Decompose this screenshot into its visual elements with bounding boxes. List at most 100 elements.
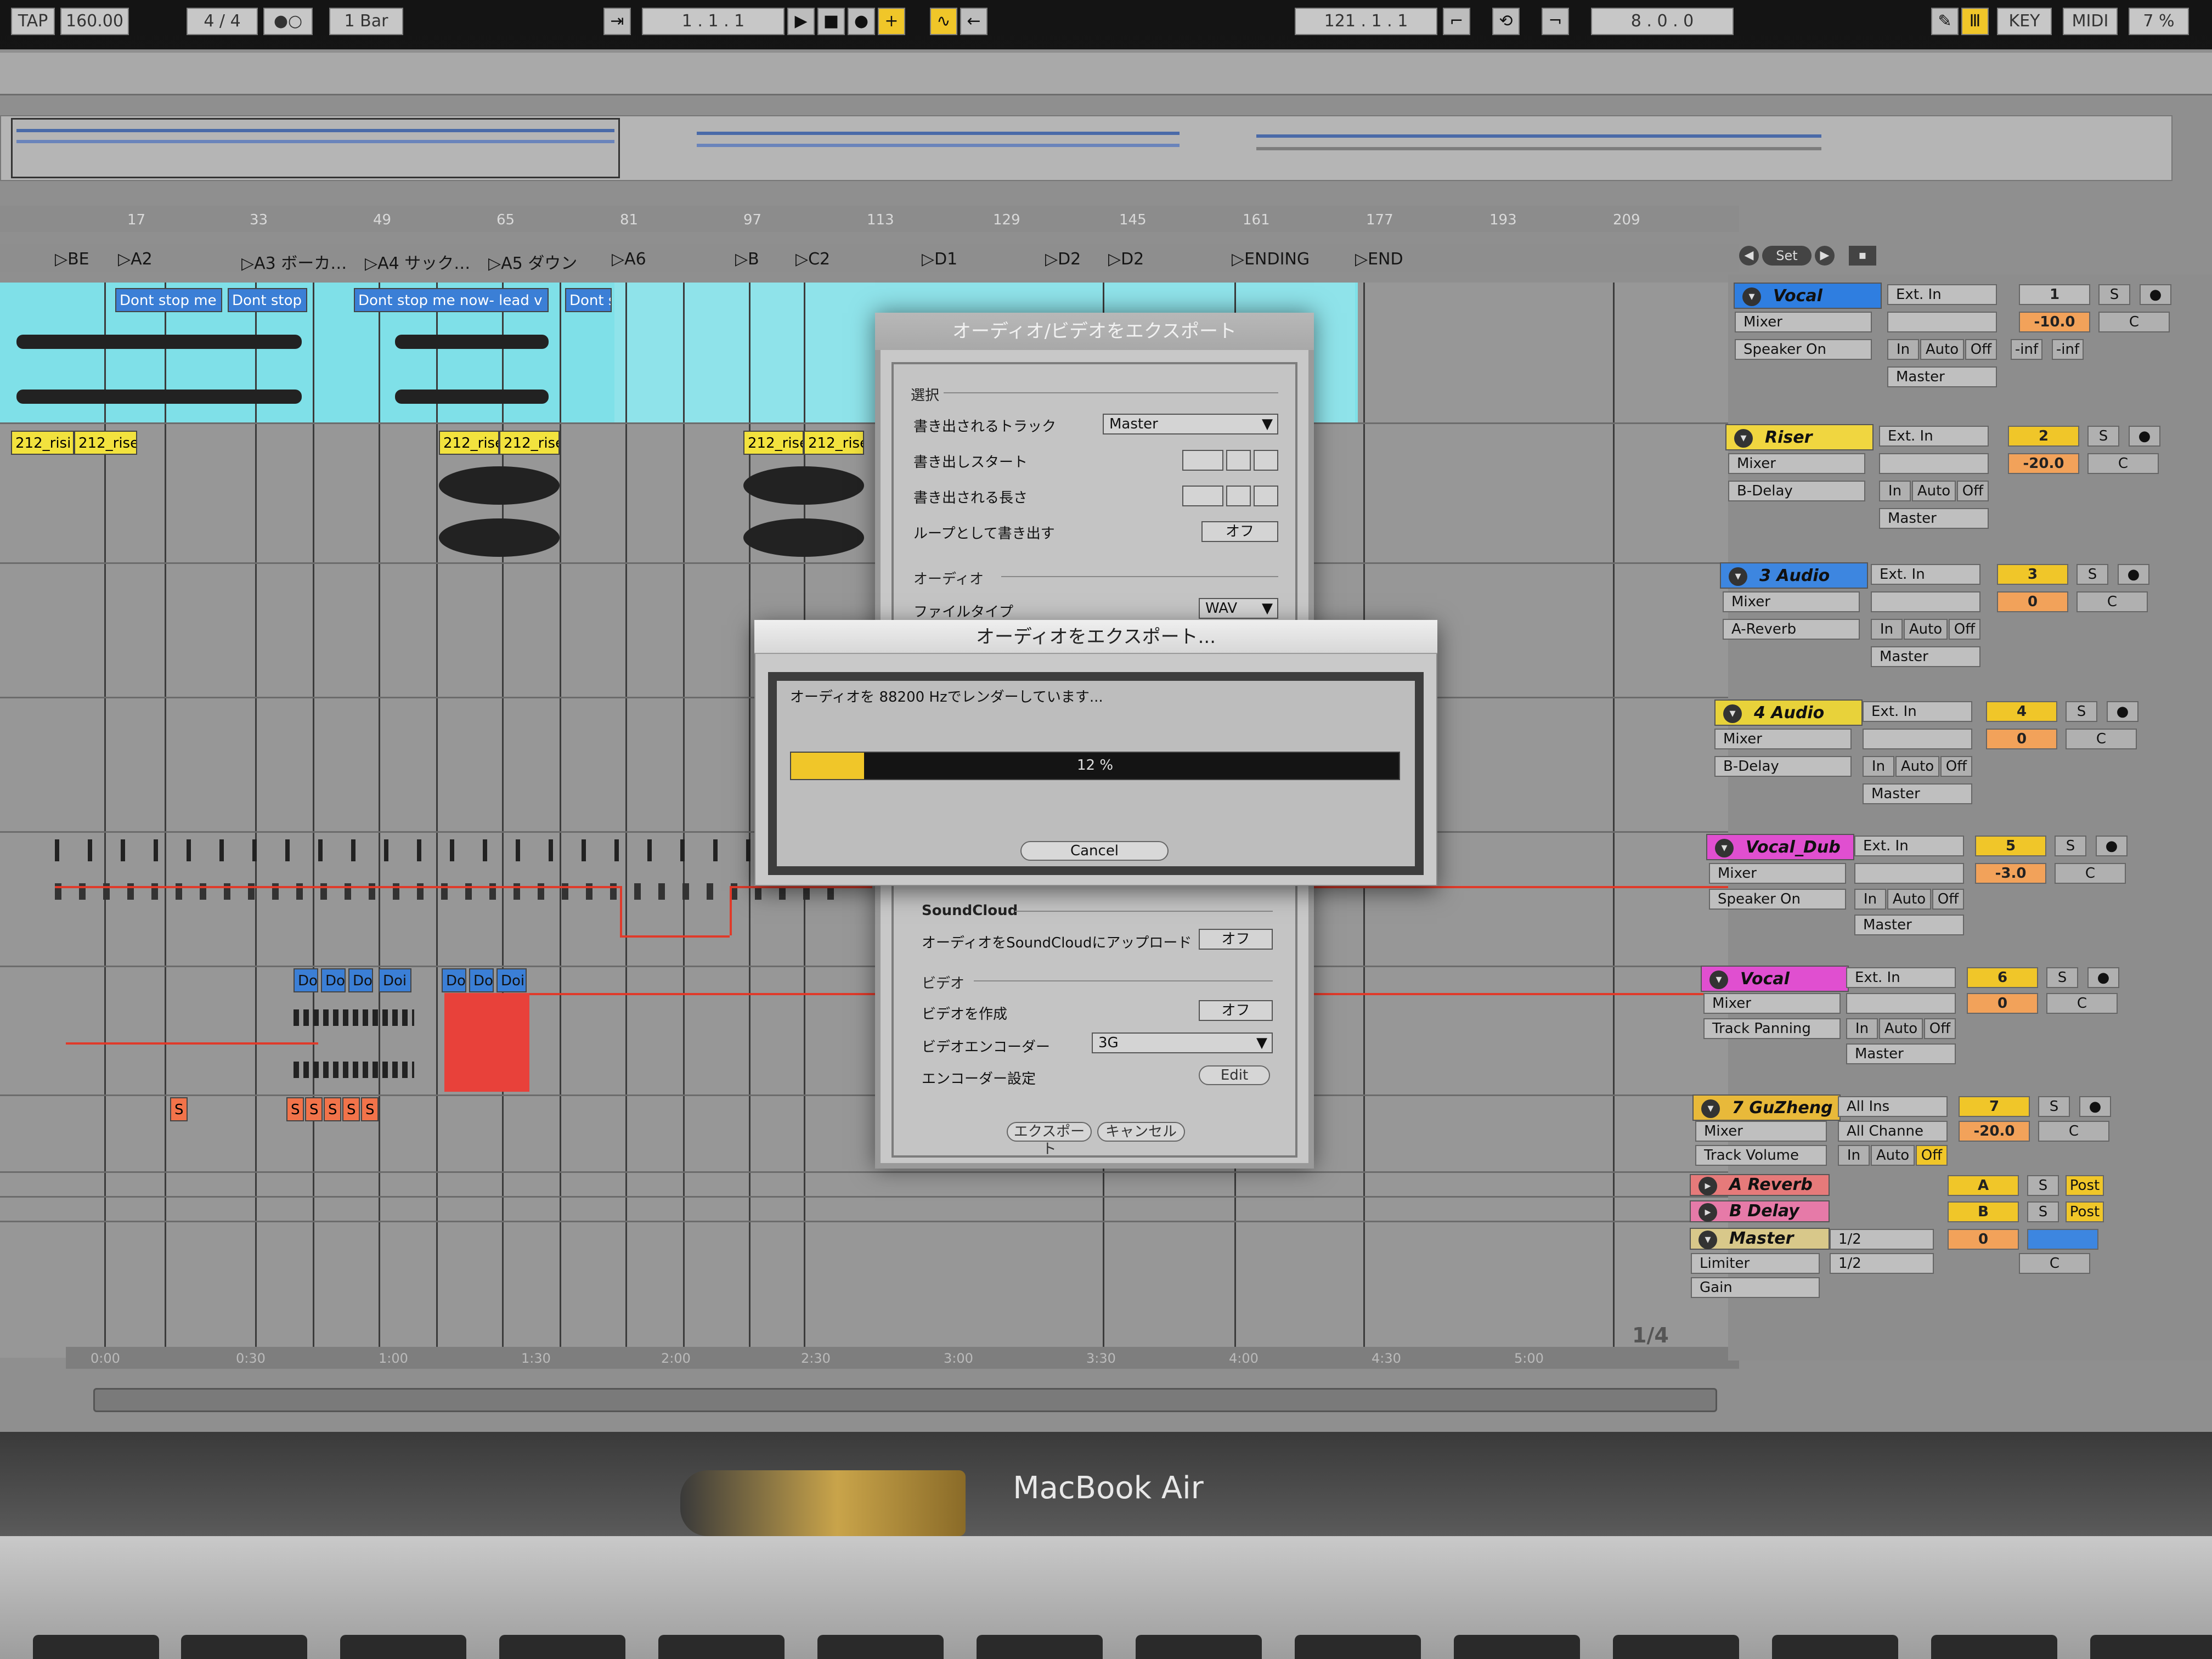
small-clip[interactable]: S bbox=[170, 1097, 188, 1121]
monitor-auto-button[interactable]: Auto bbox=[1887, 889, 1931, 910]
locator[interactable]: ▷A4 サック… bbox=[365, 250, 470, 274]
overview-viewport[interactable] bbox=[11, 118, 620, 178]
solo-button[interactable]: S bbox=[2055, 836, 2086, 856]
input-type-menu[interactable]: Ext. In bbox=[1871, 564, 1980, 585]
locator[interactable]: ▷C2 bbox=[795, 250, 830, 269]
volume-field[interactable]: -20.0 bbox=[2008, 453, 2079, 474]
fold-icon[interactable]: ▾ bbox=[1729, 567, 1747, 586]
track-activator[interactable]: 5 bbox=[1975, 836, 2046, 856]
pan-field[interactable]: C bbox=[2098, 312, 2170, 332]
monitor-in-button[interactable]: In bbox=[1838, 1145, 1870, 1166]
small-clip[interactable]: S bbox=[361, 1097, 379, 1121]
arm-icon[interactable]: ● bbox=[2140, 284, 2171, 305]
monitor-in-button[interactable]: In bbox=[1879, 481, 1911, 501]
device-chooser[interactable]: Speaker On bbox=[1735, 339, 1872, 360]
device-chooser[interactable]: B-Delay bbox=[1714, 756, 1852, 777]
return-track-b[interactable]: ▸ B Delay bbox=[1690, 1200, 1830, 1222]
set-button[interactable]: Set bbox=[1762, 246, 1812, 266]
device-chooser[interactable]: Speaker On bbox=[1709, 889, 1846, 910]
monitor-auto-button[interactable]: Auto bbox=[1920, 339, 1964, 360]
return-track-a[interactable]: ▸ A Reverb bbox=[1690, 1174, 1830, 1196]
monitor-auto-button[interactable]: Auto bbox=[1879, 1018, 1923, 1039]
device-chooser[interactable]: Mixer bbox=[1695, 1121, 1827, 1142]
device-chooser[interactable]: Mixer bbox=[1703, 993, 1841, 1014]
monitor-off-button[interactable]: Off bbox=[1957, 481, 1989, 501]
monitor-off-button[interactable]: Off bbox=[1916, 1145, 1948, 1166]
drum-clip[interactable]: Doi bbox=[379, 968, 411, 992]
device-chooser[interactable]: Limiter bbox=[1691, 1253, 1820, 1274]
filetype-select[interactable]: WAV ▼ bbox=[1199, 598, 1278, 619]
output-menu[interactable]: Master bbox=[1871, 646, 1980, 667]
loop-start[interactable]: 121 . 1 . 1 bbox=[1295, 8, 1437, 35]
track-select[interactable]: Master ▼ bbox=[1103, 414, 1278, 435]
nav-left-icon[interactable]: ◀ bbox=[1739, 246, 1759, 266]
input-type-menu[interactable]: Ext. In bbox=[1879, 426, 1989, 447]
solo-button[interactable]: S bbox=[2098, 284, 2130, 305]
locator[interactable]: ▷A6 bbox=[612, 250, 646, 269]
expand-icon[interactable]: ▸ bbox=[1699, 1203, 1717, 1222]
device-chooser[interactable]: Track Panning bbox=[1703, 1018, 1841, 1039]
arm-icon[interactable]: ● bbox=[2118, 564, 2149, 585]
export-button[interactable]: エクスポート bbox=[1007, 1122, 1092, 1158]
output-menu[interactable]: Master bbox=[1854, 915, 1964, 935]
solo-button[interactable]: S bbox=[2087, 426, 2119, 447]
vocal-clip[interactable]: Dont stop bbox=[228, 288, 307, 312]
volume-field[interactable]: 0 bbox=[1986, 729, 2057, 749]
monitor-auto-button[interactable]: Auto bbox=[1904, 619, 1948, 640]
riser-clip[interactable]: 212_rise bbox=[439, 431, 499, 455]
device-chooser[interactable]: Mixer bbox=[1735, 312, 1872, 332]
input-channel-menu[interactable] bbox=[1879, 453, 1989, 474]
save-icon[interactable]: ▪ bbox=[1849, 246, 1876, 266]
drum-clip[interactable]: Do bbox=[348, 968, 373, 992]
locator[interactable]: ▷A3 ボーカ… bbox=[241, 250, 347, 274]
solo-button[interactable]: S bbox=[2027, 1201, 2059, 1222]
monitor-auto-button[interactable]: Auto bbox=[1871, 1145, 1915, 1166]
length-bar-field[interactable] bbox=[1182, 486, 1223, 506]
overdub-icon[interactable]: + bbox=[878, 8, 905, 35]
loop-toggle[interactable]: オフ bbox=[1201, 521, 1278, 542]
pan-field[interactable]: C bbox=[2055, 863, 2126, 884]
volume-field[interactable]: -3.0 bbox=[1975, 863, 2046, 884]
riser-clip[interactable]: 212_rise bbox=[74, 431, 137, 455]
input-type-menu[interactable]: Ext. In bbox=[1887, 284, 1997, 305]
locator[interactable]: ▷B bbox=[735, 250, 759, 269]
vocal-clip[interactable]: Dont stop me bbox=[115, 288, 222, 312]
output-menu[interactable]: Master bbox=[1887, 366, 1997, 387]
volume-field[interactable]: -10.0 bbox=[2019, 312, 2090, 332]
solo-button[interactable]: S bbox=[2038, 1096, 2070, 1117]
post-button[interactable]: Post bbox=[2066, 1201, 2104, 1222]
drum-clip[interactable]: Doi bbox=[496, 968, 527, 992]
track-header-vocal-dub[interactable]: ▾ Vocal_Dub bbox=[1706, 834, 1854, 860]
fold-icon[interactable]: ▾ bbox=[1699, 1231, 1717, 1249]
track-header-4-audio[interactable]: ▾ 4 Audio bbox=[1714, 699, 1863, 726]
cue-volume[interactable] bbox=[2027, 1229, 2098, 1250]
length-beat-field[interactable] bbox=[1226, 486, 1251, 506]
riser-clip[interactable]: 212_risi bbox=[11, 431, 74, 455]
output-menu[interactable]: Master bbox=[1863, 783, 1972, 804]
return-activator[interactable]: B bbox=[1948, 1201, 2019, 1222]
locator[interactable]: ▷BE bbox=[55, 250, 89, 269]
cancel-button[interactable]: Cancel bbox=[1020, 841, 1169, 861]
device-chooser[interactable]: Mixer bbox=[1728, 453, 1865, 474]
arm-icon[interactable]: ● bbox=[2096, 836, 2128, 856]
vocal-clip[interactable]: Dont stop me now- lead v bbox=[354, 288, 549, 312]
drum-clip[interactable]: Do bbox=[321, 968, 346, 992]
arm-icon[interactable]: ● bbox=[2107, 701, 2138, 722]
solo-button[interactable]: S bbox=[2027, 1175, 2059, 1196]
track-header-guzheng[interactable]: ▾7 GuZheng 2 bbox=[1692, 1094, 1841, 1143]
volume-field[interactable]: 0 bbox=[1997, 591, 2068, 612]
start-beat-field[interactable] bbox=[1226, 450, 1251, 471]
song-position[interactable]: 1 . 1 . 1 bbox=[642, 8, 785, 35]
track-header-riser[interactable]: ▾ Riser bbox=[1725, 424, 1874, 450]
track-activator[interactable]: 2 bbox=[2008, 426, 2079, 447]
vocal-clip[interactable]: Dont s bbox=[565, 288, 612, 312]
fold-icon[interactable]: ▾ bbox=[1723, 704, 1742, 723]
master-out-menu[interactable]: 1/2 bbox=[1830, 1253, 1934, 1274]
start-sixteenth-field[interactable] bbox=[1254, 450, 1278, 471]
follow-icon[interactable]: ⇥ bbox=[603, 8, 631, 35]
audio-clips-strip[interactable] bbox=[55, 839, 867, 861]
fold-icon[interactable]: ▾ bbox=[1715, 839, 1734, 857]
record-icon[interactable]: ● bbox=[848, 8, 875, 35]
riser-clip[interactable]: 212_rise bbox=[804, 431, 864, 455]
pan-field[interactable]: C bbox=[2066, 729, 2137, 749]
